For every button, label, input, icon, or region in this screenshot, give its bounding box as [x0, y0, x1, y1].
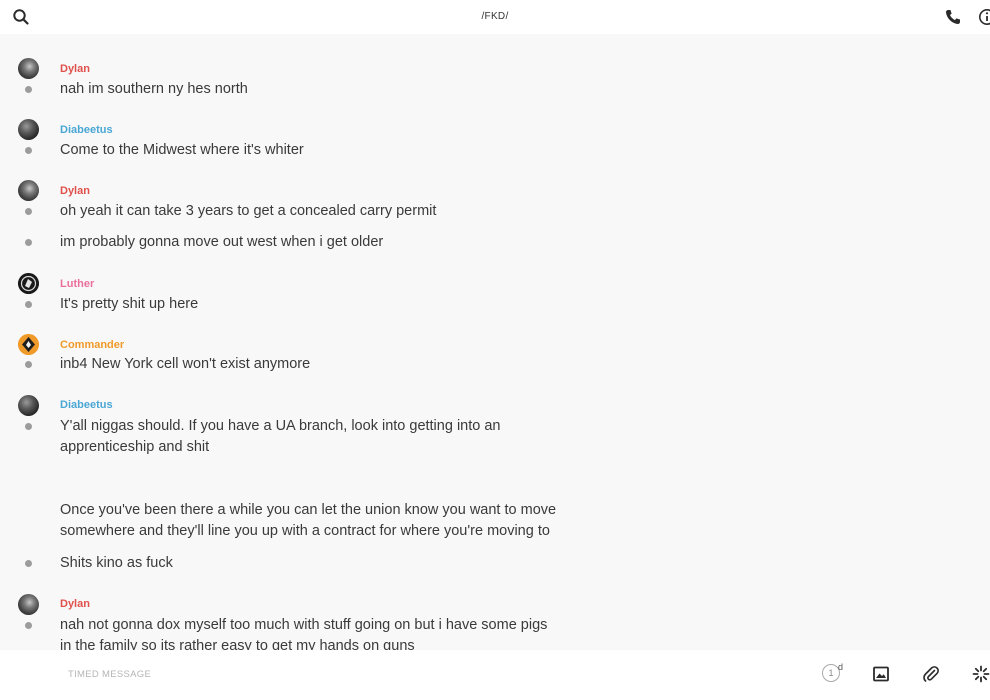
message-input[interactable]: TIMED MESSAGE: [68, 669, 151, 680]
message-status-dot: [25, 361, 32, 368]
avatar[interactable]: [18, 58, 39, 79]
message-status-dot: [25, 208, 32, 215]
phone-icon[interactable]: [944, 8, 962, 26]
message-composer: TIMED MESSAGE 1 d: [0, 650, 990, 700]
message-status-dot: [25, 423, 32, 430]
message-text: Come to the Midwest where it's whiter: [60, 142, 304, 158]
paperclip-icon[interactable]: [922, 665, 940, 683]
message-text: It's pretty shit up here: [60, 296, 199, 312]
message-status-dot: [25, 147, 32, 154]
message-text: inb4 New York cell won't exist anymore: [60, 356, 311, 372]
avatar[interactable]: [18, 180, 39, 201]
sender-name[interactable]: Dylan: [60, 185, 90, 197]
avatar[interactable]: [18, 334, 39, 355]
message-text: im probably gonna move out west when i g…: [60, 234, 384, 250]
message-status-dot: [25, 622, 32, 629]
timer-unit-label: d: [838, 662, 844, 672]
sender-name[interactable]: Diabeetus: [60, 399, 113, 411]
image-icon[interactable]: [872, 665, 890, 683]
conversation-header: /FKD/: [0, 0, 990, 34]
message-text: nah im southern ny hes north: [60, 81, 248, 97]
sender-name[interactable]: Diabeetus: [60, 124, 113, 136]
message-status-dot: [25, 86, 32, 93]
conversation-title[interactable]: /FKD/: [0, 11, 990, 22]
message-text: oh yeah it can take 3 years to get a con…: [60, 203, 437, 219]
sender-name[interactable]: Commander: [60, 339, 124, 351]
sender-name[interactable]: Dylan: [60, 63, 90, 75]
avatar-image: [18, 334, 39, 355]
message-status-dot: [25, 301, 32, 308]
message-text: Shits kino as fuck: [60, 555, 173, 571]
avatar[interactable]: [18, 395, 39, 416]
message-text: Y'all niggas should. If you have a UA br…: [60, 418, 557, 539]
info-icon[interactable]: [978, 8, 990, 26]
avatar[interactable]: [18, 594, 39, 615]
message-text: nah not gonna dox myself too much with s…: [60, 617, 548, 650]
message-status-dot: [25, 560, 32, 567]
sparkle-icon[interactable]: [972, 665, 990, 683]
sender-name[interactable]: Luther: [60, 278, 94, 290]
message-status-dot: [25, 239, 32, 246]
message-list[interactable]: Dylan nah im southern ny hes north Diabe…: [0, 0, 990, 650]
chat-window: Dylan nah im southern ny hes north Diabe…: [0, 0, 990, 700]
avatar-image: [18, 273, 39, 294]
sender-name[interactable]: Dylan: [60, 598, 90, 610]
avatar[interactable]: [18, 273, 39, 294]
avatar[interactable]: [18, 119, 39, 140]
